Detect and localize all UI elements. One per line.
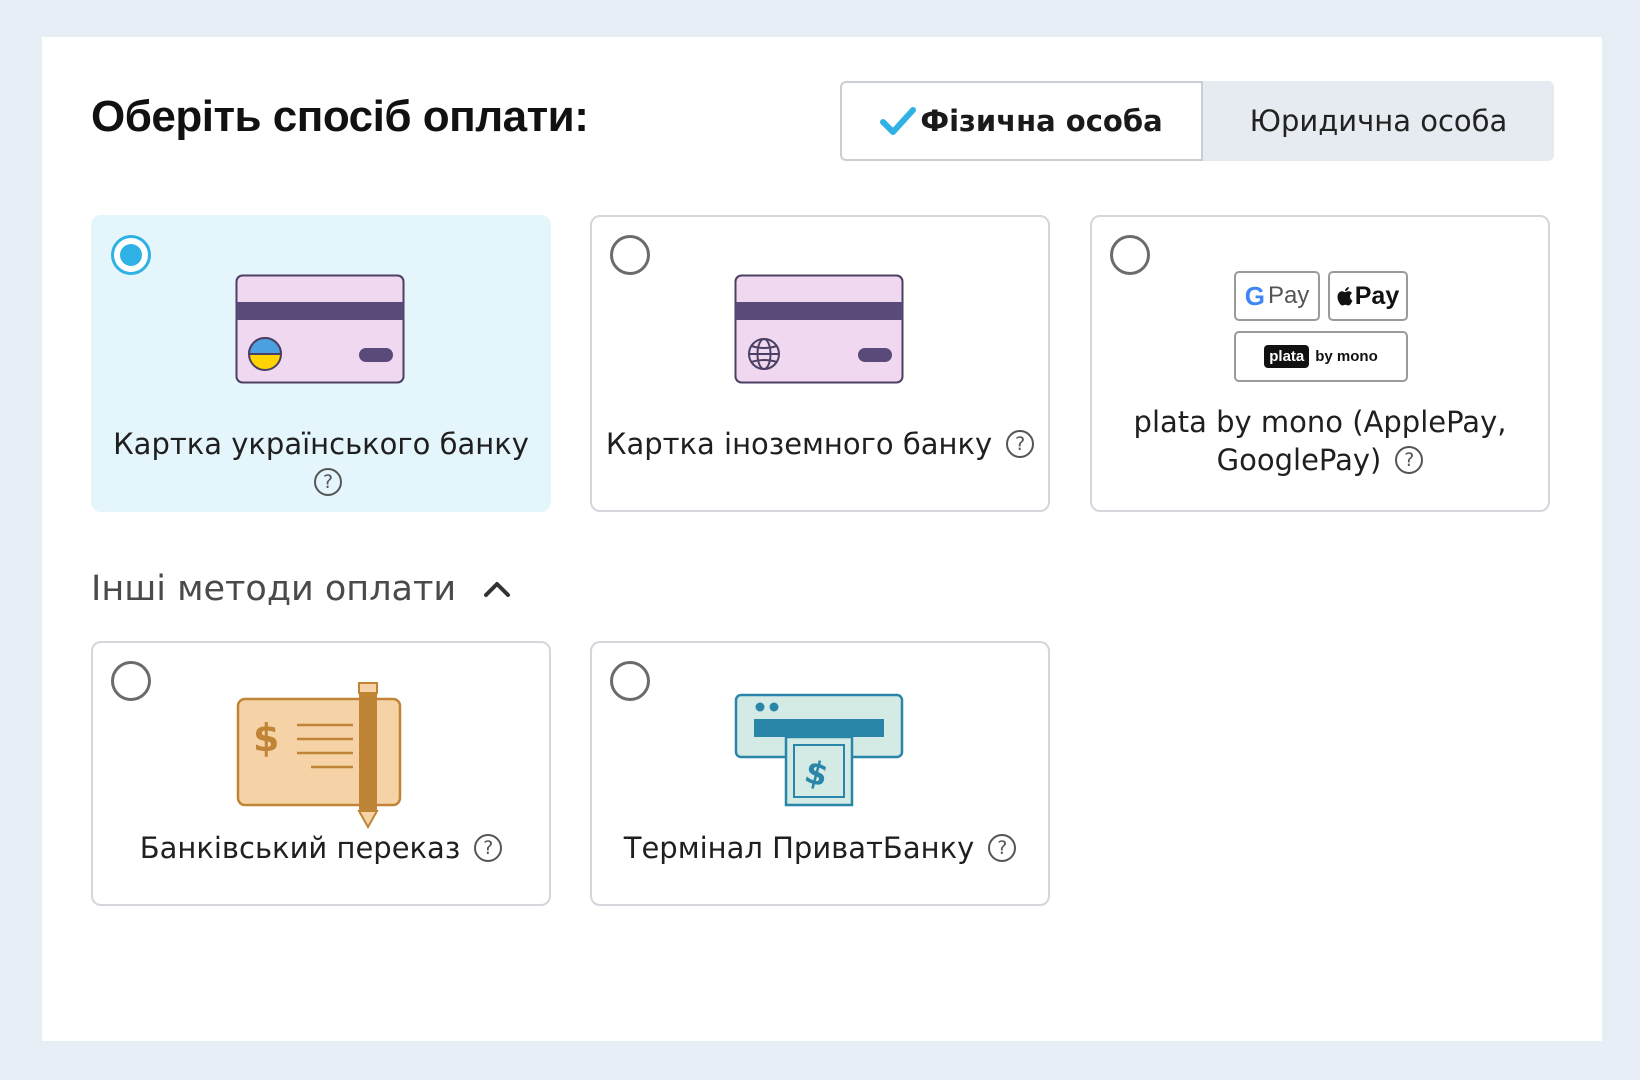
google-pay-badge: G Pay xyxy=(1234,271,1320,321)
bank-check-icon: $ xyxy=(236,682,402,829)
apple-pay-badge: Pay xyxy=(1328,271,1408,321)
help-icon[interactable]: ? xyxy=(314,468,342,496)
atm-cash-icon: $ xyxy=(734,693,904,807)
payment-panel: Оберіть спосіб оплати: Фізична особа Юри… xyxy=(42,37,1602,1041)
ukrainian-card-icon xyxy=(235,274,405,384)
method-label: Картка іноземного банку xyxy=(605,427,993,461)
payer-type-switch: Фізична особа Юридична особа xyxy=(840,81,1554,161)
page-title: Оберіть спосіб оплати: xyxy=(91,92,589,141)
chevron-up-icon xyxy=(484,582,511,597)
foreign-card-icon xyxy=(734,274,904,384)
other-methods-label: Інші методи оплати xyxy=(91,569,457,609)
method-label-line1: plata by mono (ApplePay, xyxy=(1133,405,1507,439)
method-plata-by-mono[interactable]: G Pay Pay plata by mono plata by mono (App… xyxy=(1090,215,1550,512)
other-methods-toggle[interactable]: Інші методи оплати xyxy=(91,569,512,609)
radio-bank-transfer[interactable] xyxy=(111,661,151,701)
apple-icon xyxy=(1337,287,1353,306)
tab-individual-label: Фізична особа xyxy=(920,104,1163,138)
plata-by-mono-badge: plata by mono xyxy=(1234,331,1408,382)
tab-legal-entity[interactable]: Юридична особа xyxy=(1203,81,1554,161)
radio-plata-by-mono[interactable] xyxy=(1110,235,1150,275)
tab-legal-entity-label: Юридична особа xyxy=(1249,104,1508,138)
help-icon[interactable]: ? xyxy=(474,834,503,862)
method-ukrainian-card[interactable]: Картка українського банку? xyxy=(91,215,551,512)
google-g-icon: G xyxy=(1244,280,1265,311)
radio-foreign-card[interactable] xyxy=(610,235,650,275)
radio-ukrainian-card[interactable] xyxy=(111,235,151,275)
method-bank-transfer[interactable]: $ Банківський переказ? xyxy=(91,641,551,906)
radio-privatbank-terminal[interactable] xyxy=(610,661,650,701)
method-label: Термінал ПриватБанку xyxy=(623,831,975,865)
method-label: Банківський переказ xyxy=(139,831,461,865)
help-icon[interactable]: ? xyxy=(988,834,1017,862)
tab-individual[interactable]: Фізична особа xyxy=(840,81,1203,161)
method-privatbank-terminal[interactable]: $ Термінал ПриватБанку? xyxy=(590,641,1050,906)
svg-text:$: $ xyxy=(253,716,279,760)
help-icon[interactable]: ? xyxy=(1006,430,1035,458)
checkmark-icon xyxy=(880,107,917,135)
method-label-line2: GooglePay) xyxy=(1216,443,1382,477)
method-foreign-card[interactable]: Картка іноземного банку? xyxy=(590,215,1050,512)
method-label: Картка українського банку xyxy=(113,427,529,461)
help-icon[interactable]: ? xyxy=(1395,446,1424,474)
